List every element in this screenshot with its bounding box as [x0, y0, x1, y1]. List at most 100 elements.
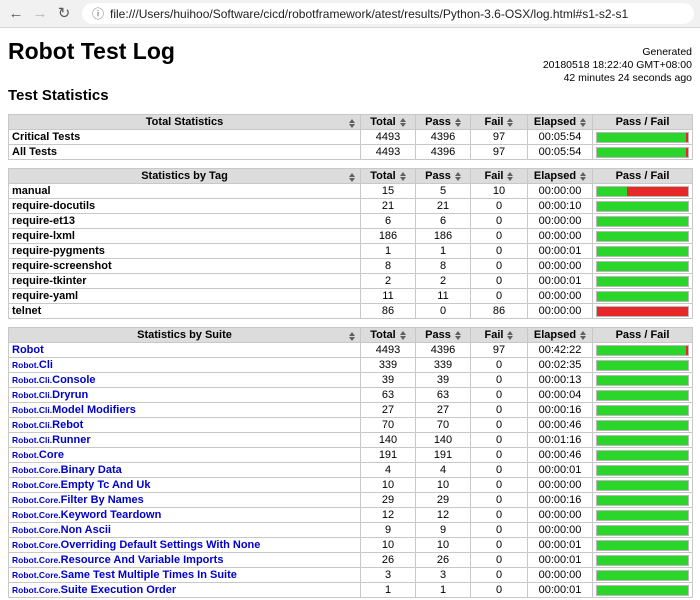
sort-header-fail[interactable]: Fail — [471, 169, 528, 184]
pass-fail-bar-cell — [593, 493, 693, 508]
sort-icon — [349, 119, 355, 128]
total-value: 70 — [361, 418, 416, 433]
total-value: 27 — [361, 403, 416, 418]
url-text: file:///Users/huihoo/Software/cicd/robot… — [110, 7, 628, 21]
elapsed-value: 00:00:16 — [528, 403, 593, 418]
sort-header-total[interactable]: Total — [361, 328, 416, 343]
suite-link[interactable]: Robot.Cli.Rebot — [12, 419, 83, 431]
sort-icon — [507, 331, 513, 340]
pass-fail-bar-cell — [593, 403, 693, 418]
total-value: 4493 — [361, 130, 416, 145]
fail-value: 0 — [471, 418, 528, 433]
forward-icon[interactable]: → — [30, 4, 50, 24]
suite-link[interactable]: Robot.Core.Overriding Default Settings W… — [12, 539, 260, 551]
pass-fail-bar-cell — [593, 388, 693, 403]
sort-header-fail[interactable]: Fail — [471, 115, 528, 130]
total-value: 26 — [361, 553, 416, 568]
pass-bar-segment — [597, 376, 688, 385]
fail-value: 0 — [471, 583, 528, 598]
table-row: Robot.Core.Non Ascii99000:00:00 — [9, 523, 693, 538]
fail-value: 0 — [471, 508, 528, 523]
sort-header-statistics-by-tag[interactable]: Statistics by Tag — [9, 169, 361, 184]
sort-icon — [349, 332, 355, 341]
pass-fail-bar — [596, 450, 689, 461]
fail-value: 0 — [471, 259, 528, 274]
suite-link[interactable]: Robot.Core.Empty Tc And Uk — [12, 479, 150, 491]
table-row: Robot.Core.Suite Execution Order11000:00… — [9, 583, 693, 598]
pass-fail-bar — [596, 375, 689, 386]
elapsed-value: 00:00:16 — [528, 493, 593, 508]
suite-link[interactable]: Robot.Core.Filter By Names — [12, 494, 144, 506]
suite-link[interactable]: Robot.Cli.Console — [12, 374, 96, 386]
suite-link[interactable]: Robot.Cli — [12, 359, 53, 371]
suite-link[interactable]: Robot.Core — [12, 449, 64, 461]
sort-header-pass[interactable]: Pass — [416, 328, 471, 343]
suite-link[interactable]: Robot.Core.Non Ascii — [12, 524, 111, 536]
pass-bar-segment — [597, 466, 688, 475]
table-header-row: Total Statistics Total Pass Fail Elapsed… — [9, 115, 693, 130]
suite-link[interactable]: Robot — [12, 344, 44, 356]
sort-header-total-statistics[interactable]: Total Statistics — [9, 115, 361, 130]
table-row: telnet8608600:00:00 — [9, 304, 693, 319]
suite-name-cell: Robot — [9, 343, 361, 358]
total-value: 10 — [361, 538, 416, 553]
pass-fail-bar — [596, 231, 689, 242]
reload-icon[interactable]: ↻ — [54, 4, 74, 24]
pass-fail-bar-cell — [593, 418, 693, 433]
suite-prefix: Robot.Core. — [12, 570, 61, 580]
total-value: 12 — [361, 508, 416, 523]
sort-header-pass[interactable]: Pass — [416, 169, 471, 184]
stat-name: require-screenshot — [9, 259, 361, 274]
suite-prefix: Robot. — [12, 450, 39, 460]
statistics-by-tag-table: Statistics by Tag Total Pass Fail Elapse… — [8, 168, 693, 319]
table-row: Robot.Core.Keyword Teardown1212000:00:00 — [9, 508, 693, 523]
suite-prefix: Robot.Cli. — [12, 405, 52, 415]
pass-value: 0 — [416, 304, 471, 319]
sort-header-elapsed[interactable]: Elapsed — [528, 328, 593, 343]
suite-link[interactable]: Robot.Core.Same Test Multiple Times In S… — [12, 569, 237, 581]
sort-header-total[interactable]: Total — [361, 115, 416, 130]
sort-header-elapsed[interactable]: Elapsed — [528, 169, 593, 184]
pass-bar-segment — [597, 148, 686, 157]
suite-link[interactable]: Robot.Cli.Dryrun — [12, 389, 88, 401]
url-bar[interactable]: ⓘ file:///Users/huihoo/Software/cicd/rob… — [82, 3, 694, 24]
sort-header-fail[interactable]: Fail — [471, 328, 528, 343]
table-row: manual1551000:00:00 — [9, 184, 693, 199]
fail-value: 10 — [471, 184, 528, 199]
suite-prefix: Robot.Cli. — [12, 420, 52, 430]
sort-icon — [580, 118, 586, 127]
page-info-icon[interactable]: ⓘ — [92, 5, 104, 22]
suite-link[interactable]: Robot.Core.Keyword Teardown — [12, 509, 161, 521]
back-icon[interactable]: ← — [6, 4, 26, 24]
suite-name-cell: Robot.Cli.Rebot — [9, 418, 361, 433]
suite-link[interactable]: Robot.Cli.Model Modifiers — [12, 404, 136, 416]
pass-bar-segment — [597, 133, 686, 142]
suite-prefix: Robot.Cli. — [12, 390, 52, 400]
table-row: require-et1366000:00:00 — [9, 214, 693, 229]
pass-bar-segment — [597, 496, 688, 505]
sort-header-statistics-by-suite[interactable]: Statistics by Suite — [9, 328, 361, 343]
pass-fail-bar-cell — [593, 583, 693, 598]
suite-prefix: Robot.Core. — [12, 525, 61, 535]
sort-header-pass[interactable]: Pass — [416, 115, 471, 130]
suite-name-cell: Robot.Core.Suite Execution Order — [9, 583, 361, 598]
suite-name-cell: Robot.Cli — [9, 358, 361, 373]
pass-fail-bar-cell — [593, 259, 693, 274]
suite-link[interactable]: Robot.Core.Resource And Variable Imports — [12, 554, 223, 566]
pass-bar-segment — [597, 586, 688, 595]
pass-fail-bar-cell — [593, 568, 693, 583]
suite-link[interactable]: Robot.Core.Binary Data — [12, 464, 122, 476]
suite-link[interactable]: Robot.Core.Suite Execution Order — [12, 584, 176, 596]
pass-value: 6 — [416, 214, 471, 229]
pass-fail-bar — [596, 246, 689, 257]
pass-fail-bar — [596, 465, 689, 476]
total-value: 4 — [361, 463, 416, 478]
pass-value: 5 — [416, 184, 471, 199]
suite-link[interactable]: Robot.Cli.Runner — [12, 434, 91, 446]
suite-prefix: Robot.Core. — [12, 465, 61, 475]
elapsed-value: 00:00:46 — [528, 448, 593, 463]
sort-header-total[interactable]: Total — [361, 169, 416, 184]
sort-header-elapsed[interactable]: Elapsed — [528, 115, 593, 130]
pass-bar-segment — [597, 526, 688, 535]
header-pass-fail: Pass / Fail — [593, 169, 693, 184]
